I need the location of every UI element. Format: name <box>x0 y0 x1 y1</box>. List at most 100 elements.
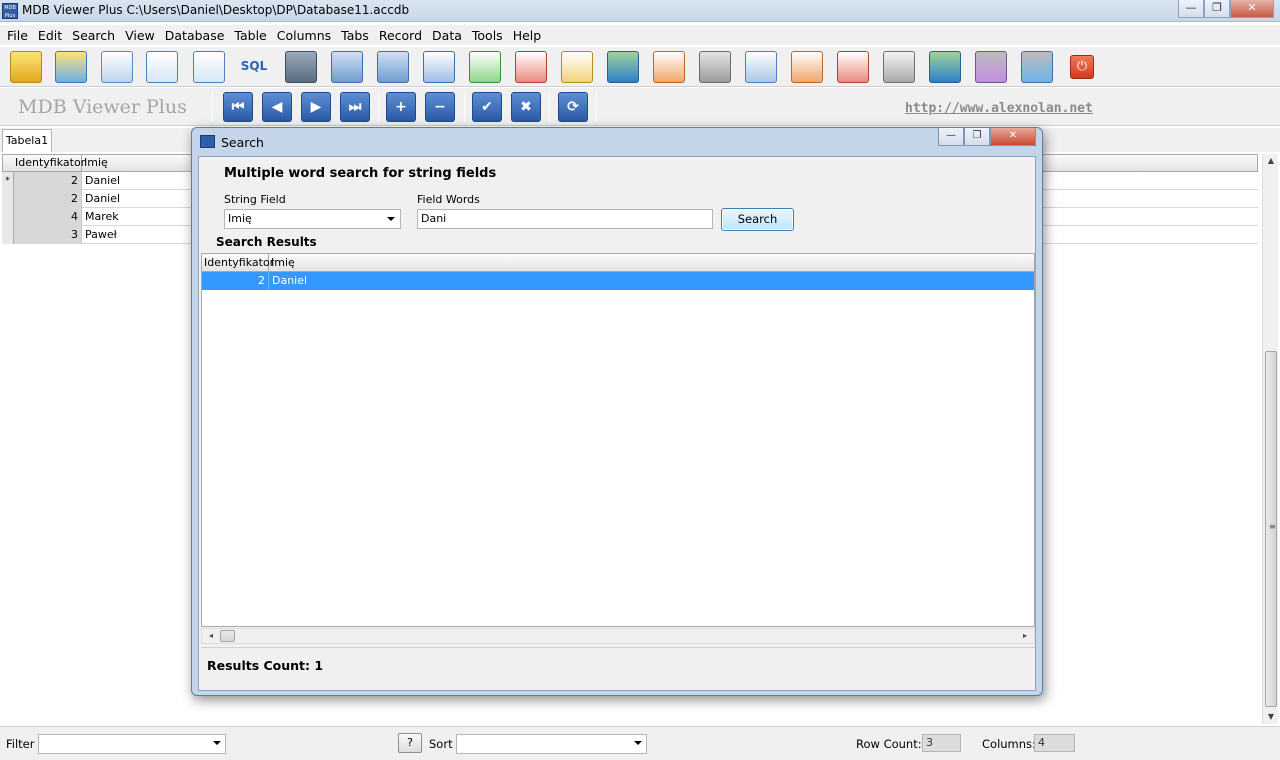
edit-table-icon[interactable] <box>561 51 593 83</box>
remove-icon[interactable] <box>837 51 869 83</box>
result-row[interactable]: 2 Daniel <box>202 272 1034 290</box>
first-record-button[interactable]: ⏮ <box>223 92 253 122</box>
post-record-button[interactable]: ✔ <box>472 92 502 122</box>
sort-label: Sort <box>429 737 453 751</box>
search-icon[interactable] <box>146 51 178 83</box>
string-field-select[interactable]: Imię <box>224 209 401 229</box>
open-recent-icon[interactable] <box>55 51 87 83</box>
filter-select[interactable] <box>38 734 226 754</box>
export-table-icon[interactable] <box>653 51 685 83</box>
horizontal-scrollbar[interactable]: ◂ ▸ <box>201 628 1035 644</box>
menu-data[interactable]: Data <box>427 28 467 43</box>
database-icon[interactable] <box>929 51 961 83</box>
dialog-title: Search <box>221 135 264 150</box>
prev-record-button[interactable]: ◀ <box>262 92 292 122</box>
dialog-maximize-button[interactable]: ❐ <box>964 128 990 146</box>
cell-id[interactable]: 2 <box>202 272 269 290</box>
import-data-icon[interactable] <box>975 51 1007 83</box>
field-words-input[interactable]: Dani <box>417 209 713 229</box>
columns-value: 4 <box>1034 734 1075 752</box>
scroll-left-icon[interactable]: ◂ <box>204 629 218 643</box>
brand-logo: MDB Viewer Plus <box>18 96 187 118</box>
scroll-right-icon[interactable]: ▸ <box>1018 629 1032 643</box>
app-icon: MDB Plus <box>2 3 18 19</box>
add-row-icon[interactable] <box>469 51 501 83</box>
tables-icon[interactable] <box>331 51 363 83</box>
cell-name[interactable]: Marek <box>83 208 119 226</box>
settings-icon[interactable] <box>699 51 731 83</box>
export-data-icon[interactable] <box>1021 51 1053 83</box>
rename-icon[interactable] <box>607 51 639 83</box>
grip-icon: ≡ <box>1269 522 1276 531</box>
minimize-button[interactable]: — <box>1178 0 1204 18</box>
menu-view[interactable]: View <box>120 28 160 43</box>
cell-name[interactable]: Paweł <box>83 226 117 244</box>
chevron-down-icon <box>634 741 642 745</box>
scroll-down-icon[interactable]: ▼ <box>1263 710 1279 724</box>
menu-edit[interactable]: Edit <box>33 28 67 43</box>
menu-search[interactable]: Search <box>67 28 120 43</box>
string-field-label: String Field <box>224 193 286 206</box>
vertical-scrollbar[interactable]: ▲ ≡ ▼ <box>1262 154 1278 724</box>
column-structure-icon[interactable] <box>377 51 409 83</box>
separator <box>549 92 550 122</box>
results-header: Identyfikator Imię <box>202 254 1034 272</box>
maximize-button[interactable]: ❐ <box>1204 0 1230 18</box>
dialog-titlebar[interactable]: Search — ❐ ✕ <box>192 128 1042 156</box>
menu-database[interactable]: Database <box>160 28 230 43</box>
tab-tabela1[interactable]: Tabela1 <box>2 129 52 152</box>
import-icon[interactable] <box>791 51 823 83</box>
scroll-up-icon[interactable]: ▲ <box>1263 154 1279 168</box>
next-record-button[interactable]: ▶ <box>301 92 331 122</box>
cell-name[interactable]: Daniel <box>270 272 307 290</box>
menu-record[interactable]: Record <box>374 28 427 43</box>
exit-icon[interactable]: ⏻ <box>1070 55 1094 79</box>
cell-id[interactable]: 2 <box>14 172 82 190</box>
print-icon[interactable] <box>883 51 915 83</box>
results-grid: Identyfikator Imię 2 Daniel <box>201 253 1035 627</box>
add-table-icon[interactable] <box>285 51 317 83</box>
menu-help[interactable]: Help <box>508 28 547 43</box>
resize-columns-icon[interactable] <box>745 51 777 83</box>
row-count-label: Row Count: <box>856 737 922 751</box>
column-header-identyfikator[interactable]: Identyfikator <box>202 254 274 271</box>
cell-id[interactable]: 4 <box>14 208 82 226</box>
sort-select[interactable] <box>456 734 647 754</box>
open-folder-icon[interactable] <box>10 51 42 83</box>
add-record-button[interactable]: + <box>386 92 416 122</box>
advanced-search-icon[interactable] <box>193 51 225 83</box>
menu-file[interactable]: File <box>2 28 33 43</box>
menu-table[interactable]: Table <box>229 28 271 43</box>
table-info-icon[interactable] <box>423 51 455 83</box>
delete-record-button[interactable]: − <box>425 92 455 122</box>
chevron-down-icon <box>387 217 395 221</box>
cell-id[interactable]: 2 <box>14 190 82 208</box>
cell-id[interactable]: 3 <box>14 226 82 244</box>
website-link[interactable]: http://www.alexnolan.net <box>905 101 1093 116</box>
menu-tools[interactable]: Tools <box>467 28 508 43</box>
search-button[interactable]: Search <box>721 208 794 231</box>
filter-help-button[interactable]: ? <box>398 733 422 753</box>
table-properties-icon[interactable] <box>101 51 133 83</box>
field-words-label: Field Words <box>417 193 480 206</box>
scroll-thumb[interactable] <box>220 630 235 642</box>
sql-icon[interactable]: SQL <box>238 51 270 83</box>
cell-name[interactable]: Daniel <box>83 172 120 190</box>
separator <box>212 92 213 122</box>
menu-columns[interactable]: Columns <box>272 28 336 43</box>
filter-label: Filter <box>6 737 35 751</box>
dialog-minimize-button[interactable]: — <box>938 128 964 146</box>
delete-row-icon[interactable] <box>515 51 547 83</box>
column-header-imie[interactable]: Imię <box>269 254 469 271</box>
row-indicator <box>2 226 14 244</box>
columns-label: Columns: <box>982 737 1036 751</box>
refresh-button[interactable]: ⟳ <box>558 92 588 122</box>
cancel-record-button[interactable]: ✖ <box>511 92 541 122</box>
column-header-identyfikator[interactable]: Identyfikator <box>13 155 85 171</box>
dialog-close-button[interactable]: ✕ <box>990 128 1036 146</box>
menu-tabs[interactable]: Tabs <box>336 28 374 43</box>
cell-name[interactable]: Daniel <box>83 190 120 208</box>
close-button[interactable]: ✕ <box>1230 0 1274 18</box>
last-record-button[interactable]: ⏭ <box>340 92 370 122</box>
scroll-thumb[interactable]: ≡ <box>1265 351 1277 707</box>
